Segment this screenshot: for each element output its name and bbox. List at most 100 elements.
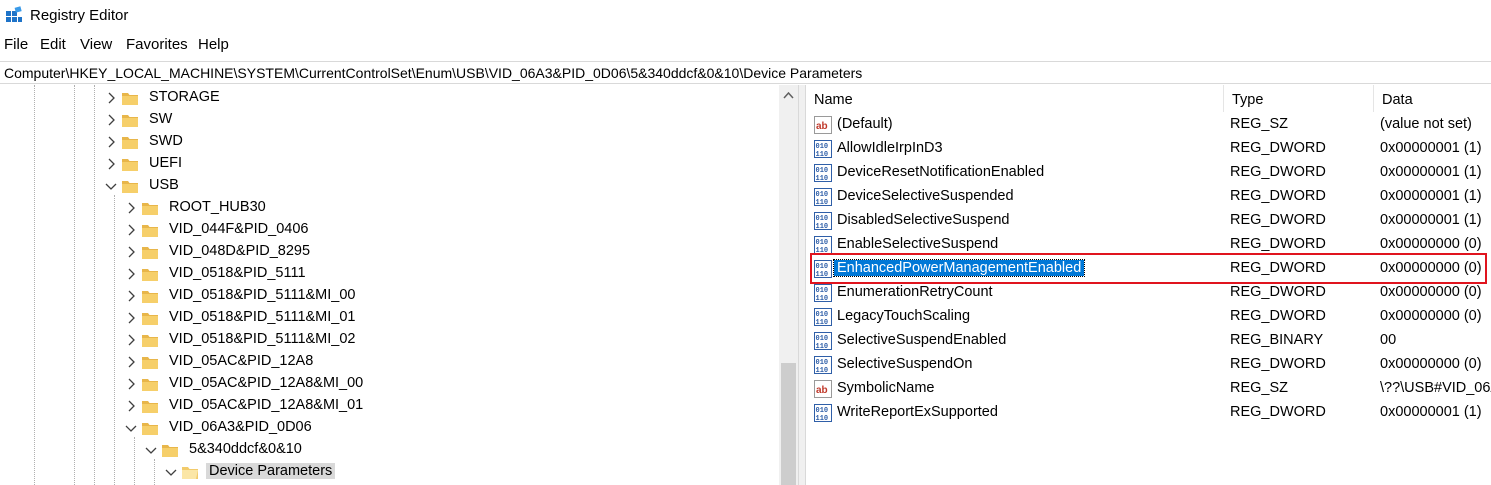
value-name: EnableSelectiveSuspend: [837, 236, 999, 252]
value-row[interactable]: 010 110 SelectiveSuspendOn REG_DWORD 0x00000…: [806, 353, 1491, 377]
value-row[interactable]: 010 110 DeviceResetNotificationEnabled REG_…: [806, 161, 1491, 185]
value-type: REG_DWORD: [1230, 356, 1326, 372]
menu-file[interactable]: File: [4, 36, 28, 53]
chevron-down-icon[interactable]: [125, 422, 137, 434]
value-row[interactable]: 010 110 EnumerationRetryCount REG_DWORD 0x00…: [806, 281, 1491, 305]
chevron-down-icon[interactable]: [145, 444, 157, 456]
tree-node[interactable]: VID_05AC&PID_12A8&MI_00: [125, 373, 525, 395]
chevron-right-icon[interactable]: [125, 246, 137, 258]
chevron-right-icon[interactable]: [125, 378, 137, 390]
tree-node[interactable]: UEFI: [105, 153, 505, 175]
chevron-right-icon[interactable]: [105, 136, 117, 148]
value-data: 0x00000000 (0): [1380, 284, 1482, 300]
values-list[interactable]: Name Type Data ab (Default) REG_SZ (value n…: [806, 85, 1491, 485]
value-type: REG_DWORD: [1230, 188, 1326, 204]
tree-node[interactable]: VID_044F&PID_0406: [125, 219, 525, 241]
value-type: REG_DWORD: [1230, 284, 1326, 300]
pane-splitter[interactable]: [798, 85, 806, 485]
value-name: SymbolicName: [837, 380, 935, 396]
value-row[interactable]: 010 110 DisabledSelectiveSuspend REG_DWORD 0…: [806, 209, 1491, 233]
folder-icon: [142, 423, 158, 435]
value-row[interactable]: 010 110 LegacyTouchScaling REG_DWORD 0x00000…: [806, 305, 1491, 329]
menu-favorites[interactable]: Favorites: [126, 36, 188, 53]
value-data: 0x00000001 (1): [1380, 404, 1482, 420]
binary-value-icon: 010110: [814, 332, 832, 350]
chevron-right-icon[interactable]: [105, 158, 117, 170]
chevron-right-icon[interactable]: [125, 224, 137, 236]
value-name: DeviceResetNotificationEnabled: [837, 164, 1045, 180]
tree-node[interactable]: Device Parameters: [165, 461, 565, 483]
folder-icon: [142, 357, 158, 369]
tree-node[interactable]: VID_06A3&PID_0D06: [125, 417, 525, 439]
svg-text:110: 110: [816, 319, 829, 326]
folder-icon: [122, 159, 138, 171]
address-bar[interactable]: Computer\HKEY_LOCAL_MACHINE\SYSTEM\Curre…: [0, 61, 1491, 84]
tree-node[interactable]: ROOT_HUB30: [125, 197, 525, 219]
chevron-right-icon[interactable]: [125, 290, 137, 302]
folder-icon: [142, 203, 158, 215]
svg-text:010: 010: [816, 359, 829, 367]
tree-node[interactable]: VID_0518&PID_5111&MI_02: [125, 329, 525, 351]
tree-node-label: VID_0518&PID_5111&MI_02: [169, 331, 356, 347]
value-row[interactable]: ab SymbolicName REG_SZ \??\USB#VID_06A: [806, 377, 1491, 401]
tree-node[interactable]: VID_0518&PID_5111&MI_01: [125, 307, 525, 329]
svg-text:110: 110: [816, 415, 829, 422]
menu-view[interactable]: View: [80, 36, 112, 53]
menu-edit[interactable]: Edit: [40, 36, 66, 53]
tree-node[interactable]: VID_05AC&PID_12A8&MI_01: [125, 395, 525, 417]
binary-value-icon: 010110: [814, 308, 832, 326]
scroll-up-arrow-icon[interactable]: [783, 91, 794, 99]
value-row[interactable]: 010 110 SelectiveSuspendEnabled REG_BINARY 0…: [806, 329, 1491, 353]
tree-node[interactable]: STORAGE: [105, 87, 505, 109]
tree-node-label: VID_0518&PID_5111&MI_01: [169, 309, 356, 325]
tree-node[interactable]: SW: [105, 109, 505, 131]
window-title: Registry Editor: [30, 7, 129, 24]
chevron-down-icon[interactable]: [165, 466, 177, 478]
value-name: AllowIdleIrpInD3: [837, 140, 943, 156]
value-name: DisabledSelectiveSuspend: [837, 212, 1010, 228]
tree-scrollbar[interactable]: [779, 85, 798, 485]
column-header-data[interactable]: Data: [1374, 85, 1491, 112]
key-tree[interactable]: STORAGE SW SWD UEFI USB ROOT_HUB30 VID_044F&PI…: [0, 85, 798, 485]
chevron-right-icon[interactable]: [125, 268, 137, 280]
value-row[interactable]: 010 110 DeviceSelectiveSuspended REG_DWORD 0…: [806, 185, 1491, 209]
svg-text:010: 010: [816, 335, 829, 343]
folder-icon: [142, 225, 158, 237]
value-data: 0x00000001 (1): [1380, 188, 1482, 204]
tree-node[interactable]: SWD: [105, 131, 505, 153]
chevron-right-icon[interactable]: [105, 92, 117, 104]
chevron-right-icon[interactable]: [125, 312, 137, 324]
column-header-type[interactable]: Type: [1224, 85, 1374, 112]
chevron-right-icon[interactable]: [125, 202, 137, 214]
folder-icon: [142, 291, 158, 303]
tree-node[interactable]: USB: [105, 175, 505, 197]
chevron-right-icon[interactable]: [125, 400, 137, 412]
chevron-right-icon[interactable]: [125, 356, 137, 368]
value-type: REG_BINARY: [1230, 332, 1324, 348]
chevron-down-icon[interactable]: [105, 180, 117, 192]
svg-text:010: 010: [816, 311, 829, 319]
folder-icon: [182, 467, 198, 479]
scrollbar-thumb[interactable]: [781, 363, 796, 485]
value-type: REG_DWORD: [1230, 404, 1326, 420]
tree-node-label: SWD: [149, 133, 183, 149]
address-path[interactable]: Computer\HKEY_LOCAL_MACHINE\SYSTEM\Curre…: [4, 65, 862, 81]
tree-node[interactable]: VID_048D&PID_8295: [125, 241, 525, 263]
binary-value-icon: 010110: [814, 140, 832, 158]
svg-text:ab: ab: [816, 385, 828, 396]
value-data: 0x00000000 (0): [1380, 356, 1482, 372]
tree-node[interactable]: VID_0518&PID_5111&MI_00: [125, 285, 525, 307]
column-header-name[interactable]: Name: [806, 85, 1224, 112]
value-data: \??\USB#VID_06A: [1380, 380, 1491, 396]
value-row[interactable]: 010 110 WriteReportExSupported REG_DWORD 0x0…: [806, 401, 1491, 425]
tree-node[interactable]: VID_0518&PID_5111: [125, 263, 525, 285]
value-row[interactable]: ab (Default) REG_SZ (value not set): [806, 113, 1491, 137]
chevron-right-icon[interactable]: [105, 114, 117, 126]
tree-node[interactable]: 5&340ddcf&0&10: [145, 439, 545, 461]
value-row[interactable]: 010 110 AllowIdleIrpInD3 REG_DWORD 0x0000000…: [806, 137, 1491, 161]
tree-node-label: VID_05AC&PID_12A8: [169, 353, 314, 369]
menu-help[interactable]: Help: [198, 36, 229, 53]
string-value-icon: ab: [814, 116, 832, 134]
chevron-right-icon[interactable]: [125, 334, 137, 346]
tree-node[interactable]: VID_05AC&PID_12A8: [125, 351, 525, 373]
